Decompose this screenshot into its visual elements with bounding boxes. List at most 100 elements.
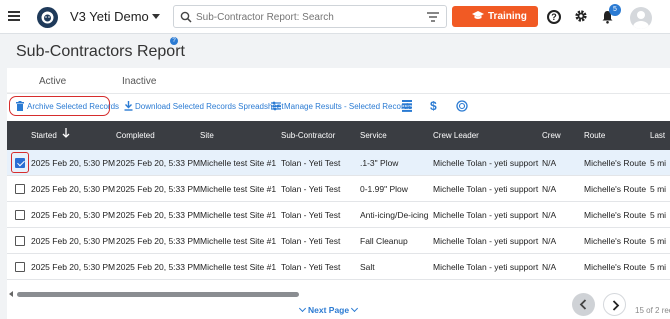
cell-completed: 2025 Feb 20, 5:33 PM <box>116 210 201 220</box>
download-selected-records-button[interactable]: Download Selected Records Spreadsheet <box>135 102 284 111</box>
cell-crew-leader: Michelle Tolan - yeti support <box>433 158 539 168</box>
tab-active[interactable]: Active <box>39 76 66 87</box>
column-header-started[interactable]: Started <box>31 131 57 140</box>
cell-started: 2025 Feb 20, 5:30 PM <box>31 210 116 220</box>
workspace-chevron-down-icon[interactable] <box>152 14 160 19</box>
chevron-left-icon <box>579 299 587 310</box>
cell-last: 5 mi <box>650 236 667 246</box>
column-header-crew[interactable]: Crew <box>542 131 561 140</box>
cell-last: 5 mi <box>650 158 667 168</box>
cell-completed: 2025 Feb 20, 5:33 PM <box>116 184 201 194</box>
column-header-sub-contractor[interactable]: Sub-Contractor <box>281 131 335 140</box>
cell-route: Michelle's Route <box>584 236 647 246</box>
column-header-service[interactable]: Service <box>360 131 387 140</box>
filter-icon[interactable] <box>427 12 439 22</box>
row-checkbox[interactable] <box>15 210 25 220</box>
cell-sub-contractor: Tolan - Yeti Test <box>281 210 341 220</box>
top-bar: V3 Yeti Demo Training ? 5 <box>0 0 670 34</box>
cell-site: Michelle test Site #1 <box>200 158 277 168</box>
chevron-right-icon <box>612 300 620 311</box>
chevron-down-icon <box>351 304 359 313</box>
scroll-left-arrow[interactable] <box>9 291 13 297</box>
dollar-icon[interactable]: $ <box>430 99 438 112</box>
cell-sub-contractor: Tolan - Yeti Test <box>281 236 341 246</box>
cell-site: Michelle test Site #1 <box>200 262 277 272</box>
tab-inactive[interactable]: Inactive <box>122 76 156 87</box>
cell-last: 5 mi <box>650 210 667 220</box>
cell-site: Michelle test Site #1 <box>200 236 277 246</box>
training-button[interactable]: Training <box>452 6 538 27</box>
cell-crew: N/A <box>542 184 557 194</box>
trash-icon[interactable] <box>16 101 24 111</box>
cell-started: 2025 Feb 20, 5:30 PM <box>31 262 116 272</box>
cell-service: .1-3" Plow <box>360 158 399 168</box>
cell-crew: N/A <box>542 158 557 168</box>
page-help-icon[interactable]: ? <box>170 37 178 45</box>
cell-site: Michelle test Site #1 <box>200 210 277 220</box>
hamburger-menu-icon[interactable] <box>8 11 20 21</box>
search-icon <box>180 11 192 23</box>
cell-crew: N/A <box>542 236 557 246</box>
cell-sub-contractor: Tolan - Yeti Test <box>281 158 341 168</box>
search-box[interactable] <box>173 5 447 28</box>
cell-route: Michelle's Route <box>584 210 647 220</box>
cell-sub-contractor: Tolan - Yeti Test <box>281 262 341 272</box>
cell-started: 2025 Feb 20, 5:30 PM <box>31 158 116 168</box>
column-header-crew-leader[interactable]: Crew Leader <box>433 131 479 140</box>
cell-completed: 2025 Feb 20, 5:33 PM <box>116 158 201 168</box>
help-icon[interactable]: ? <box>547 10 561 24</box>
manage-results-button[interactable]: Manage Results - Selected Records <box>284 102 412 111</box>
svg-text:$: $ <box>430 99 437 112</box>
column-header-route[interactable]: Route <box>584 131 605 140</box>
sort-descending-icon[interactable] <box>62 128 70 138</box>
search-input[interactable] <box>196 9 416 25</box>
next-page-arrow-button[interactable] <box>603 293 626 316</box>
row-checkbox[interactable] <box>15 184 25 194</box>
cell-crew: N/A <box>542 210 557 220</box>
next-page-link[interactable]: Next Page <box>297 304 360 315</box>
row-checkbox[interactable] <box>15 236 25 246</box>
cell-crew-leader: Michelle Tolan - yeti support <box>433 184 539 194</box>
cell-service: Anti-icing/De-icing <box>360 210 429 220</box>
cell-route: Michelle's Route <box>584 184 647 194</box>
cell-started: 2025 Feb 20, 5:30 PM <box>31 184 116 194</box>
table-header <box>7 121 670 150</box>
cell-site: Michelle test Site #1 <box>200 184 277 194</box>
chevron-down-icon <box>298 304 307 313</box>
archive-selected-records-button[interactable]: Archive Selected Records <box>27 102 119 111</box>
training-label: Training <box>488 11 527 22</box>
cell-completed: 2025 Feb 20, 5:33 PM <box>116 236 201 246</box>
column-header-site[interactable]: Site <box>200 131 214 140</box>
coins-icon[interactable] <box>456 100 468 112</box>
cell-crew-leader: Michelle Tolan - yeti support <box>433 262 539 272</box>
cell-crew-leader: Michelle Tolan - yeti support <box>433 210 539 220</box>
download-icon[interactable] <box>124 101 133 111</box>
cell-service: 0-1.99" Plow <box>360 184 408 194</box>
column-header-completed[interactable]: Completed <box>116 131 155 140</box>
previous-page-button[interactable] <box>572 293 595 316</box>
cell-sub-contractor: Tolan - Yeti Test <box>281 184 341 194</box>
user-avatar[interactable] <box>630 7 652 29</box>
cell-service: Salt <box>360 262 375 272</box>
cell-started: 2025 Feb 20, 5:30 PM <box>31 236 116 246</box>
cell-crew: N/A <box>542 262 557 272</box>
row-checkbox[interactable] <box>15 262 25 272</box>
next-page-label: Next Page <box>308 305 350 315</box>
columns-icon[interactable] <box>402 100 412 112</box>
workspace-title[interactable]: V3 Yeti Demo <box>70 9 149 24</box>
cell-last: 5 mi <box>650 184 667 194</box>
horizontal-scrollbar-thumb[interactable] <box>17 292 299 297</box>
record-count: 15 of 2 rec <box>635 306 670 315</box>
cell-completed: 2025 Feb 20, 5:33 PM <box>116 262 201 272</box>
column-header-last[interactable]: Last <box>650 131 665 140</box>
cell-last: 5 mi <box>650 262 667 272</box>
page-title: Sub-Contractors Report <box>16 43 185 60</box>
cell-route: Michelle's Route <box>584 262 647 272</box>
cell-service: Fall Cleanup <box>360 236 408 246</box>
company-logo[interactable] <box>37 7 58 28</box>
cell-crew-leader: Michelle Tolan - yeti support <box>433 236 539 246</box>
gear-icon[interactable] <box>574 9 588 23</box>
tabs-divider <box>7 93 670 94</box>
manage-icon[interactable] <box>271 101 281 111</box>
checkbox-highlight <box>11 152 29 173</box>
